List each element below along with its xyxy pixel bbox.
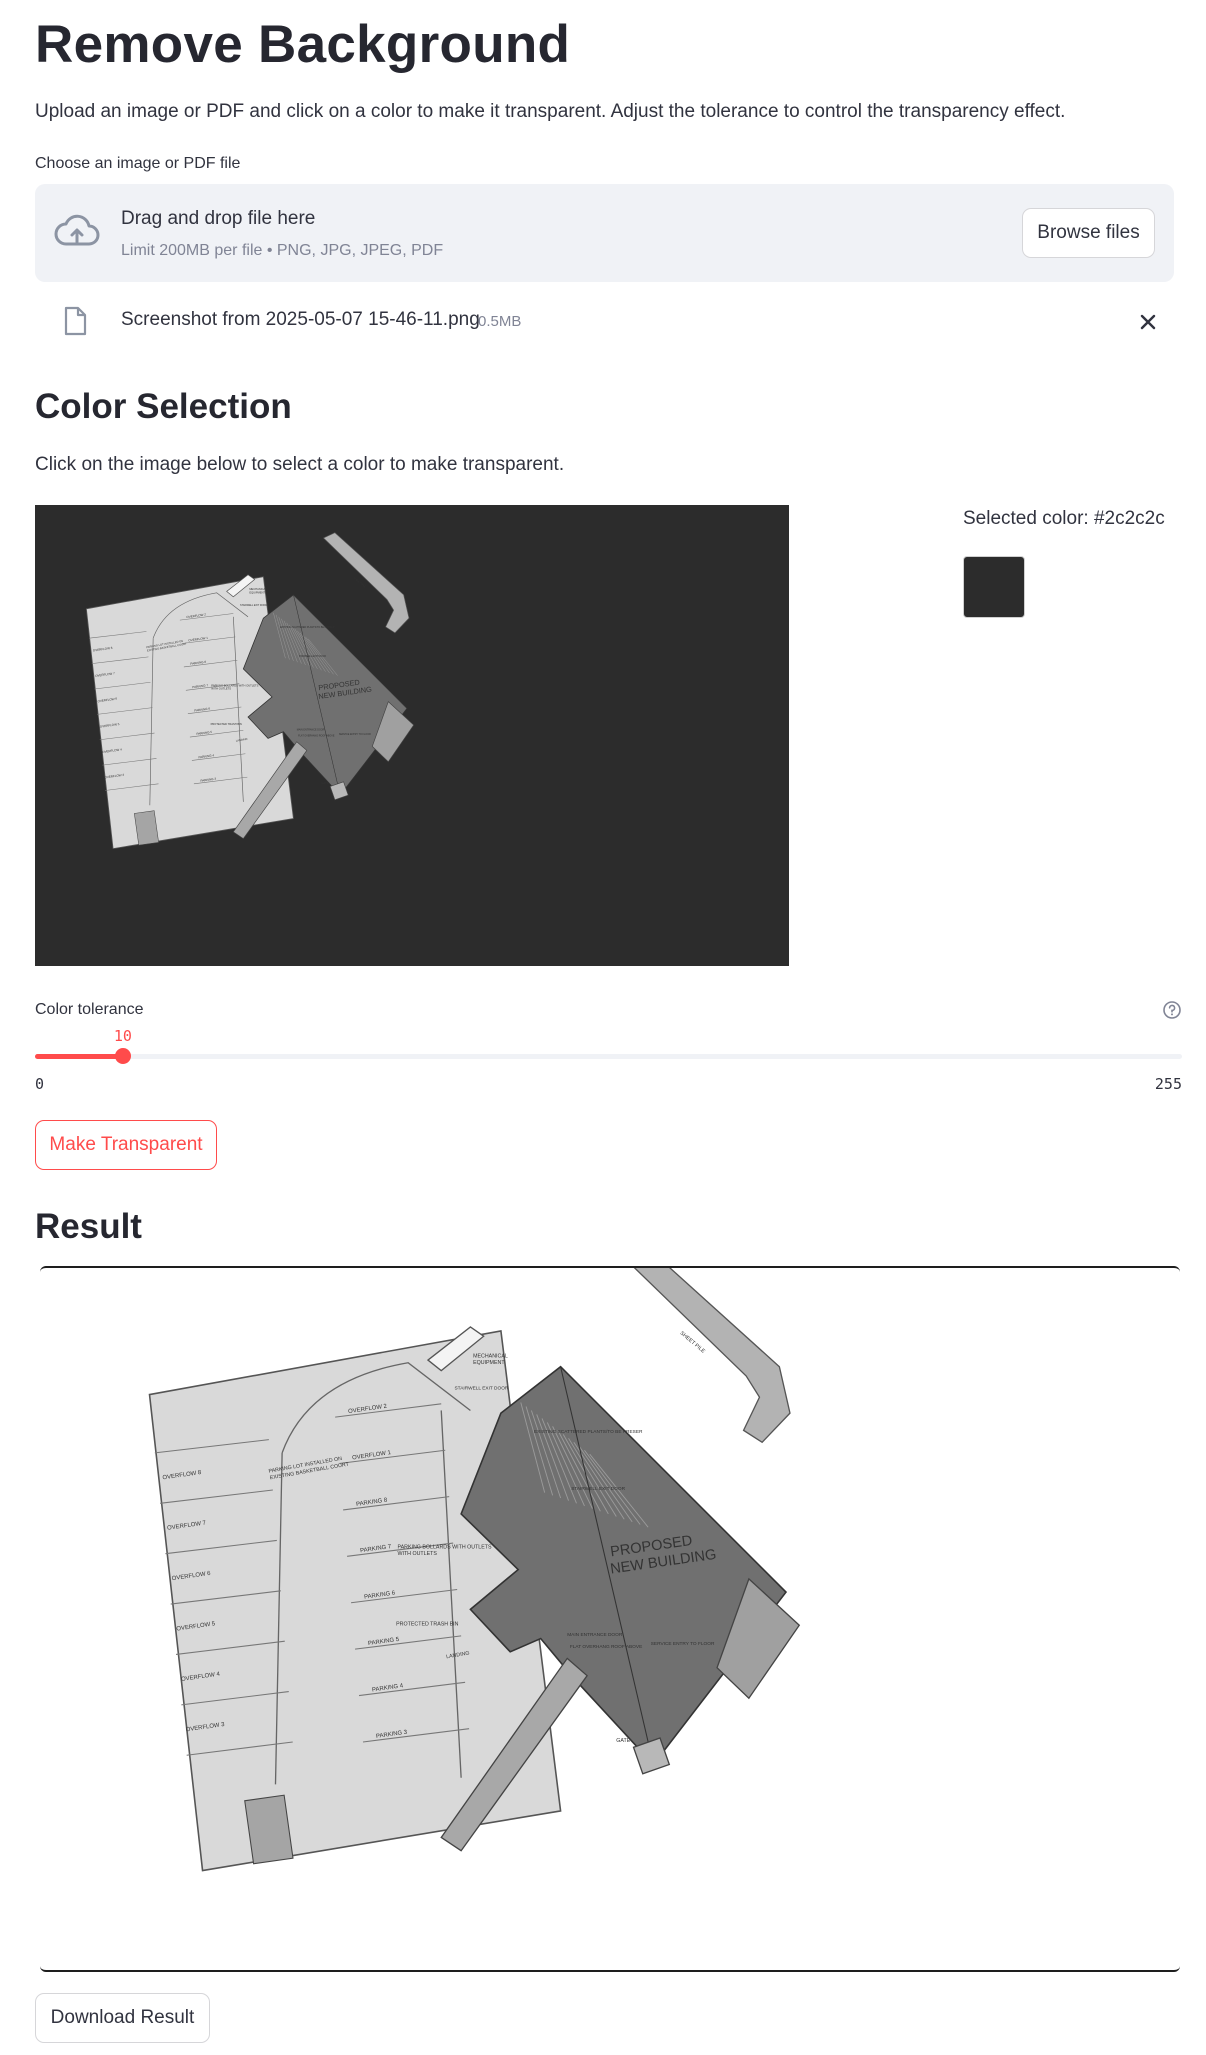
uploaded-file-row: Screenshot from 2025-05-07 15-46-11.png … <box>35 300 1174 346</box>
result-image: OVERFLOW 8 OVERFLOW 7 OVERFLOW 6 OVERFLOW 5… <box>40 1266 1180 1972</box>
browse-files-button[interactable]: Browse files <box>1022 208 1155 258</box>
mechanical-label: MECHANICAL <box>473 1353 508 1359</box>
bollards-label: WITH OUTLETS <box>397 1551 437 1557</box>
note-label: EXISTING SCATTERED PLANTS/TO BE PRESER <box>280 626 335 629</box>
tolerance-label: Color tolerance <box>35 1001 144 1018</box>
tolerance-slider[interactable]: 10 0 255 <box>35 1026 1182 1093</box>
page-description: Upload an image or PDF and click on a co… <box>35 101 1066 122</box>
slider-track[interactable] <box>35 1054 1182 1059</box>
upload-limit-text: Limit 200MB per file • PNG, JPG, JPEG, P… <box>121 242 444 259</box>
color-selection-heading: Color Selection <box>35 387 292 426</box>
slider-thumb[interactable] <box>114 1048 131 1064</box>
source-image-canvas[interactable]: OVERFLOW 8 OVERFLOW 7 OVERFLOW 6 OVERFLOW 5… <box>35 505 789 966</box>
note-label: FLAT OVERHANG ROOF ABOVE <box>570 1644 642 1650</box>
note-label: SERVICE ENTRY TO FLOOR <box>651 1641 715 1647</box>
page-title: Remove Background <box>35 15 571 74</box>
file-size: 0.5MB <box>478 313 522 330</box>
help-icon[interactable] <box>1162 1000 1182 1025</box>
mechanical-label: EQUIPMENT <box>249 590 265 594</box>
drag-drop-text: Drag and drop file here <box>121 208 316 229</box>
site-plan-drawing: OVERFLOW 8OVERFLOW 7OVERFLOW 6OVERFLOW 5… <box>148 1268 801 1872</box>
note-label: MAIN ENTRANCE DOOR <box>297 728 325 731</box>
trash-enclosure <box>244 1794 294 1865</box>
uploader-label: Choose an image or PDF file <box>35 155 241 172</box>
mechanical-label: EQUIPMENT <box>473 1360 505 1366</box>
note-label: STAIRWELL EXIT DOOR <box>299 655 326 658</box>
result-heading: Result <box>35 1207 142 1246</box>
file-name: Screenshot from 2025-05-07 15-46-11.png <box>121 309 480 330</box>
note-label: SERVICE ENTRY TO FLOOR <box>339 733 371 736</box>
slider-max-label: 255 <box>1154 1075 1182 1093</box>
trash-label: PROTECTED TRASH BIN <box>396 1621 458 1627</box>
bollards-label: PARKING BOLLARDS WITH OUTLETS <box>211 683 258 687</box>
note-label: STAIRWELL EXIT DOOR <box>571 1486 625 1492</box>
cloud-upload-icon <box>53 212 101 257</box>
bollards-label: WITH OUTLETS <box>211 687 231 691</box>
selected-color-swatch <box>963 556 1025 618</box>
note-label: STAIRWELL EXIT DOOR <box>455 1385 509 1391</box>
trash-enclosure <box>134 810 159 846</box>
bollards-label: PARKING BOLLARDS WITH OUTLETS <box>397 1544 492 1550</box>
slider-track-fill <box>35 1054 123 1059</box>
note-label: FLAT OVERHANG ROOF ABOVE <box>298 734 335 737</box>
close-icon[interactable] <box>1135 309 1161 335</box>
access-ramp <box>633 1268 791 1444</box>
note-label: MAIN ENTRANCE DOOR <box>567 1632 623 1638</box>
file-icon <box>63 306 87 341</box>
note-label: STAIRWELL EXIT DOOR <box>240 604 267 607</box>
make-transparent-button[interactable]: Make Transparent <box>35 1120 217 1170</box>
file-dropzone[interactable]: Drag and drop file here Limit 200MB per … <box>35 184 1174 282</box>
slider-current-value: 10 <box>113 1027 132 1045</box>
color-selection-instruction: Click on the image below to select a col… <box>35 454 565 475</box>
gate-label: GATE <box>321 781 328 785</box>
trash-label: PROTECTED TRASH BIN <box>211 722 242 726</box>
gate-label: GATE <box>616 1738 630 1744</box>
selected-color-label: Selected color: #2c2c2c <box>963 508 1165 529</box>
mechanical-label: MECHANICAL <box>249 587 267 591</box>
download-result-button[interactable]: Download Result <box>35 1993 210 2043</box>
slider-min-label: 0 <box>35 1075 45 1093</box>
note-label: EXISTING SCATTERED PLANTS/TO BE PRESER <box>534 1429 643 1435</box>
